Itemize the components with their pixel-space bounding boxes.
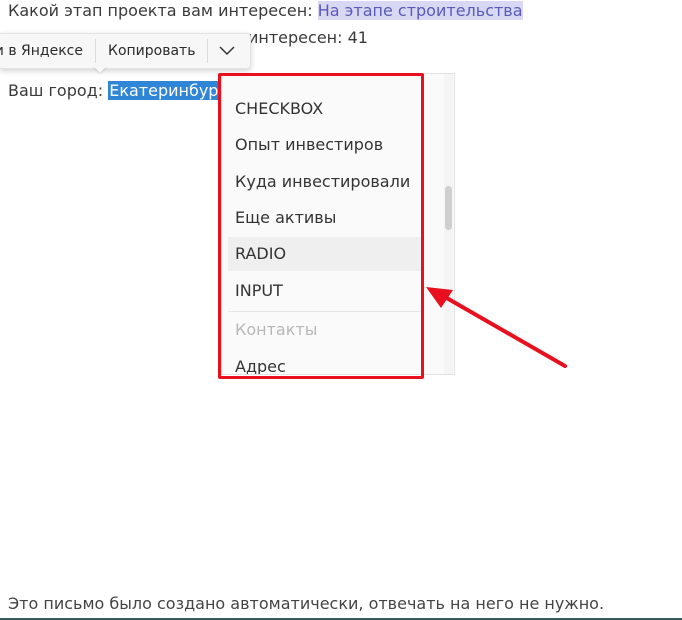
dropdown-divider xyxy=(228,311,422,312)
dropdown-item-more-assets[interactable]: Еще активы xyxy=(228,201,422,235)
chevron-down-icon xyxy=(219,46,235,56)
search-yandex-label: Найти в Яндексе xyxy=(0,43,83,59)
copy-button[interactable]: Копировать xyxy=(96,34,207,68)
copy-label: Копировать xyxy=(108,43,196,59)
stage-value[interactable]: На этапе строительства xyxy=(317,1,523,20)
toolbar-pointer xyxy=(93,66,107,73)
more-options-button[interactable] xyxy=(208,34,246,68)
city-value-selected[interactable]: Екатеринбург xyxy=(108,81,228,100)
search-yandex-button[interactable]: Найти в Яндексе xyxy=(0,34,95,68)
selection-context-toolbar: Найти в Яндексе Копировать xyxy=(0,33,251,69)
dropdown-item-input[interactable]: INPUT xyxy=(228,274,422,308)
city-label: Ваш город: xyxy=(8,81,104,100)
city-line: Ваш город: Екатеринбург xyxy=(8,80,228,102)
auto-generated-notice: Это письмо было создано автоматически, о… xyxy=(8,594,605,613)
dropdown-item-where-invested[interactable]: Куда инвестировали xyxy=(228,165,422,199)
dropdown-scroll-thumb[interactable] xyxy=(445,186,452,230)
amount-line-partial: интересен: 41 xyxy=(248,28,368,47)
dropdown-item-investing-experience[interactable]: Опыт инвестиров xyxy=(228,128,422,162)
dropdown-group-contacts: Контакты xyxy=(235,320,318,339)
dropdown-item-address[interactable]: Адрес xyxy=(228,350,422,374)
dropdown-item-checkbox[interactable]: CHECKBOX xyxy=(228,92,422,126)
field-type-dropdown[interactable]: CHECKBOX Опыт инвестиров Куда инвестиров… xyxy=(221,73,455,375)
stage-label: Какой этап проекта вам интересен: xyxy=(8,1,313,20)
dropdown-item-radio[interactable]: RADIO xyxy=(228,237,422,271)
stage-line: Какой этап проекта вам интересен: На эта… xyxy=(8,0,523,22)
dropdown-scrollbar[interactable] xyxy=(444,74,453,374)
